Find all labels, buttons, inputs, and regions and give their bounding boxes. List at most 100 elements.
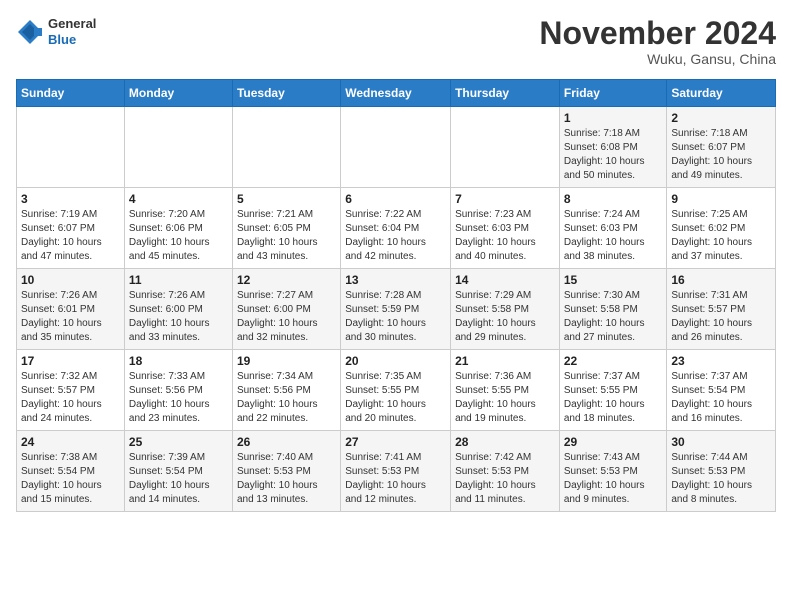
month-title: November 2024 (539, 16, 776, 51)
calendar-cell: 3Sunrise: 7:19 AM Sunset: 6:07 PM Daylig… (17, 188, 125, 269)
title-block: November 2024 Wuku, Gansu, China (539, 16, 776, 67)
calendar-body: 1 Sunrise: 7:18 AM Sunset: 6:08 PM Daylig… (17, 107, 776, 512)
day-number: 4 (129, 192, 228, 206)
calendar-cell: 10 Sunrise: 7:26 AM Sunset: 6:01 PM Dayli… (17, 269, 125, 350)
logo: General Blue (16, 16, 96, 47)
day-number: 1 (564, 111, 663, 125)
day-number: 24 (21, 435, 120, 449)
calendar-cell: 15Sunrise: 7:30 AM Sunset: 5:58 PM Dayli… (559, 269, 667, 350)
day-number: 2 (671, 111, 771, 125)
day-number: 12 (237, 273, 336, 287)
day-info: Sunrise: 7:24 AM Sunset: 6:03 PM Dayligh… (564, 208, 663, 264)
day-info: Sunrise: 7:44 AM Sunset: 5:53 PM Dayligh… (671, 451, 771, 507)
day-info: Sunrise: 7:37 AM Sunset: 5:55 PM Dayligh… (564, 370, 663, 426)
week-row-5: 24 Sunrise: 7:38 AM Sunset: 5:54 PM Dayli… (17, 431, 776, 512)
day-number: 17 (21, 354, 120, 368)
days-of-week-row: SundayMondayTuesdayWednesdayThursdayFrid… (17, 80, 776, 107)
day-of-week-monday: Monday (124, 80, 232, 107)
calendar-cell: 4 Sunrise: 7:20 AM Sunset: 6:06 PM Daylig… (124, 188, 232, 269)
calendar-cell: 23 Sunrise: 7:37 AM Sunset: 5:54 PM Dayli… (667, 350, 776, 431)
day-info: Sunrise: 7:42 AM Sunset: 5:53 PM Dayligh… (455, 451, 555, 507)
location: Wuku, Gansu, China (539, 51, 776, 67)
calendar-cell: 22 Sunrise: 7:37 AM Sunset: 5:55 PM Dayli… (559, 350, 667, 431)
calendar-cell (232, 107, 340, 188)
calendar-cell: 14 Sunrise: 7:29 AM Sunset: 5:58 PM Dayli… (451, 269, 560, 350)
day-number: 18 (129, 354, 228, 368)
day-number: 5 (237, 192, 336, 206)
day-number: 19 (237, 354, 336, 368)
day-info: Sunrise: 7:32 AM Sunset: 5:57 PM Dayligh… (21, 370, 120, 426)
day-number: 23 (671, 354, 771, 368)
day-number: 14 (455, 273, 555, 287)
day-info: Sunrise: 7:22 AM Sunset: 6:04 PM Dayligh… (345, 208, 446, 264)
day-info: Sunrise: 7:36 AM Sunset: 5:55 PM Dayligh… (455, 370, 555, 426)
calendar-cell (17, 107, 125, 188)
calendar-cell: 18Sunrise: 7:33 AM Sunset: 5:56 PM Dayli… (124, 350, 232, 431)
calendar-cell: 28 Sunrise: 7:42 AM Sunset: 5:53 PM Dayli… (451, 431, 560, 512)
day-number: 7 (455, 192, 555, 206)
day-of-week-tuesday: Tuesday (232, 80, 340, 107)
calendar-cell: 12Sunrise: 7:27 AM Sunset: 6:00 PM Dayli… (232, 269, 340, 350)
day-number: 28 (455, 435, 555, 449)
calendar-cell: 6Sunrise: 7:22 AM Sunset: 6:04 PM Daylig… (341, 188, 451, 269)
calendar-cell: 26 Sunrise: 7:40 AM Sunset: 5:53 PM Dayli… (232, 431, 340, 512)
calendar-cell: 17 Sunrise: 7:32 AM Sunset: 5:57 PM Dayli… (17, 350, 125, 431)
calendar-cell: 2Sunrise: 7:18 AM Sunset: 6:07 PM Daylig… (667, 107, 776, 188)
week-row-3: 10 Sunrise: 7:26 AM Sunset: 6:01 PM Dayli… (17, 269, 776, 350)
logo-general: General (48, 16, 96, 32)
day-number: 27 (345, 435, 446, 449)
logo-icon (16, 18, 44, 46)
day-number: 20 (345, 354, 446, 368)
calendar-cell (451, 107, 560, 188)
day-number: 8 (564, 192, 663, 206)
calendar-cell: 13Sunrise: 7:28 AM Sunset: 5:59 PM Dayli… (341, 269, 451, 350)
week-row-2: 3Sunrise: 7:19 AM Sunset: 6:07 PM Daylig… (17, 188, 776, 269)
day-of-week-sunday: Sunday (17, 80, 125, 107)
day-of-week-saturday: Saturday (667, 80, 776, 107)
week-row-4: 17 Sunrise: 7:32 AM Sunset: 5:57 PM Dayli… (17, 350, 776, 431)
calendar-cell: 20 Sunrise: 7:35 AM Sunset: 5:55 PM Dayli… (341, 350, 451, 431)
day-info: Sunrise: 7:21 AM Sunset: 6:05 PM Dayligh… (237, 208, 336, 264)
day-number: 16 (671, 273, 771, 287)
day-info: Sunrise: 7:25 AM Sunset: 6:02 PM Dayligh… (671, 208, 771, 264)
day-info: Sunrise: 7:40 AM Sunset: 5:53 PM Dayligh… (237, 451, 336, 507)
calendar-cell: 7 Sunrise: 7:23 AM Sunset: 6:03 PM Daylig… (451, 188, 560, 269)
day-number: 11 (129, 273, 228, 287)
calendar-cell: 16Sunrise: 7:31 AM Sunset: 5:57 PM Dayli… (667, 269, 776, 350)
day-info: Sunrise: 7:34 AM Sunset: 5:56 PM Dayligh… (237, 370, 336, 426)
day-number: 22 (564, 354, 663, 368)
calendar-cell: 24 Sunrise: 7:38 AM Sunset: 5:54 PM Dayli… (17, 431, 125, 512)
day-info: Sunrise: 7:26 AM Sunset: 6:01 PM Dayligh… (21, 289, 120, 345)
day-info: Sunrise: 7:30 AM Sunset: 5:58 PM Dayligh… (564, 289, 663, 345)
calendar-cell: 27Sunrise: 7:41 AM Sunset: 5:53 PM Dayli… (341, 431, 451, 512)
calendar-cell: 5 Sunrise: 7:21 AM Sunset: 6:05 PM Daylig… (232, 188, 340, 269)
calendar-cell: 21Sunrise: 7:36 AM Sunset: 5:55 PM Dayli… (451, 350, 560, 431)
day-info: Sunrise: 7:29 AM Sunset: 5:58 PM Dayligh… (455, 289, 555, 345)
calendar-cell: 11 Sunrise: 7:26 AM Sunset: 6:00 PM Dayli… (124, 269, 232, 350)
calendar-cell: 19 Sunrise: 7:34 AM Sunset: 5:56 PM Dayli… (232, 350, 340, 431)
day-info: Sunrise: 7:26 AM Sunset: 6:00 PM Dayligh… (129, 289, 228, 345)
calendar-header: SundayMondayTuesdayWednesdayThursdayFrid… (17, 80, 776, 107)
day-info: Sunrise: 7:39 AM Sunset: 5:54 PM Dayligh… (129, 451, 228, 507)
day-info: Sunrise: 7:38 AM Sunset: 5:54 PM Dayligh… (21, 451, 120, 507)
day-number: 10 (21, 273, 120, 287)
day-info: Sunrise: 7:37 AM Sunset: 5:54 PM Dayligh… (671, 370, 771, 426)
page-header: General Blue November 2024 Wuku, Gansu, … (16, 16, 776, 67)
logo-blue: Blue (48, 32, 96, 48)
day-number: 25 (129, 435, 228, 449)
day-of-week-friday: Friday (559, 80, 667, 107)
day-info: Sunrise: 7:20 AM Sunset: 6:06 PM Dayligh… (129, 208, 228, 264)
logo-text: General Blue (48, 16, 96, 47)
day-number: 9 (671, 192, 771, 206)
calendar-cell: 25 Sunrise: 7:39 AM Sunset: 5:54 PM Dayli… (124, 431, 232, 512)
calendar-table: SundayMondayTuesdayWednesdayThursdayFrid… (16, 79, 776, 512)
calendar-cell: 8 Sunrise: 7:24 AM Sunset: 6:03 PM Daylig… (559, 188, 667, 269)
calendar-cell: 29Sunrise: 7:43 AM Sunset: 5:53 PM Dayli… (559, 431, 667, 512)
day-info: Sunrise: 7:18 AM Sunset: 6:08 PM Dayligh… (564, 127, 663, 183)
day-info: Sunrise: 7:19 AM Sunset: 6:07 PM Dayligh… (21, 208, 120, 264)
day-info: Sunrise: 7:23 AM Sunset: 6:03 PM Dayligh… (455, 208, 555, 264)
day-number: 26 (237, 435, 336, 449)
calendar-cell: 30Sunrise: 7:44 AM Sunset: 5:53 PM Dayli… (667, 431, 776, 512)
day-info: Sunrise: 7:43 AM Sunset: 5:53 PM Dayligh… (564, 451, 663, 507)
day-info: Sunrise: 7:35 AM Sunset: 5:55 PM Dayligh… (345, 370, 446, 426)
